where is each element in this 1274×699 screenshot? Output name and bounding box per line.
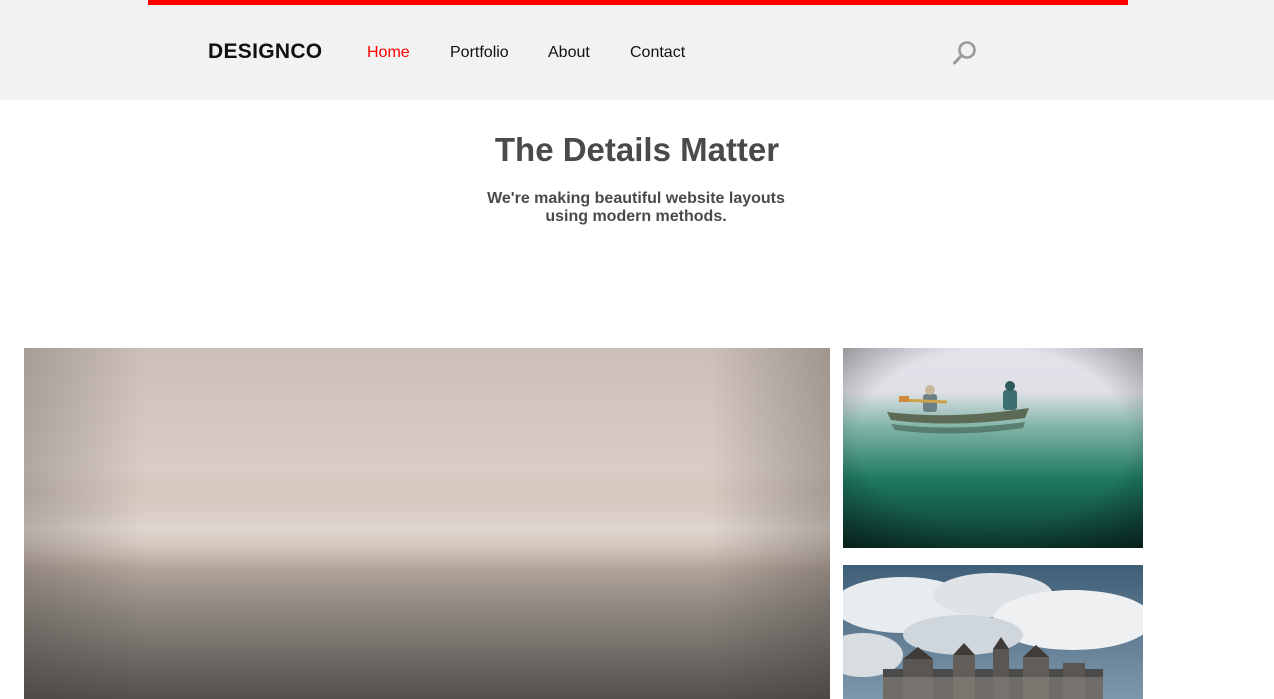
nav-item-home[interactable]: Home xyxy=(367,43,410,63)
featured-photo-foggy-sea[interactable] xyxy=(24,348,830,699)
search-icon xyxy=(953,41,976,65)
castle-image xyxy=(843,565,1143,699)
site-logo[interactable]: DESIGNCO xyxy=(208,40,322,64)
nav-item-about[interactable]: About xyxy=(548,43,590,63)
canoe-image xyxy=(843,348,1143,548)
nav-item-portfolio[interactable]: Portfolio xyxy=(450,43,509,63)
site-header: DESIGNCO Home Portfolio About Contact xyxy=(0,0,1274,100)
search-button[interactable] xyxy=(950,38,980,68)
gallery-photo-canoe[interactable] xyxy=(843,348,1143,548)
accent-bar xyxy=(148,0,1128,5)
gallery-photo-castle[interactable] xyxy=(843,565,1143,699)
hero-title: The Details Matter xyxy=(494,131,780,168)
foggy-sea-image xyxy=(24,348,830,699)
nav-item-contact[interactable]: Contact xyxy=(630,43,685,63)
hero-subtitle-line-2: using modern methods. xyxy=(545,208,727,225)
hero-subtitle-line-1: We're making beautiful website layouts xyxy=(487,190,785,207)
hero-subtitle: We're making beautiful website layouts u… xyxy=(476,190,796,226)
